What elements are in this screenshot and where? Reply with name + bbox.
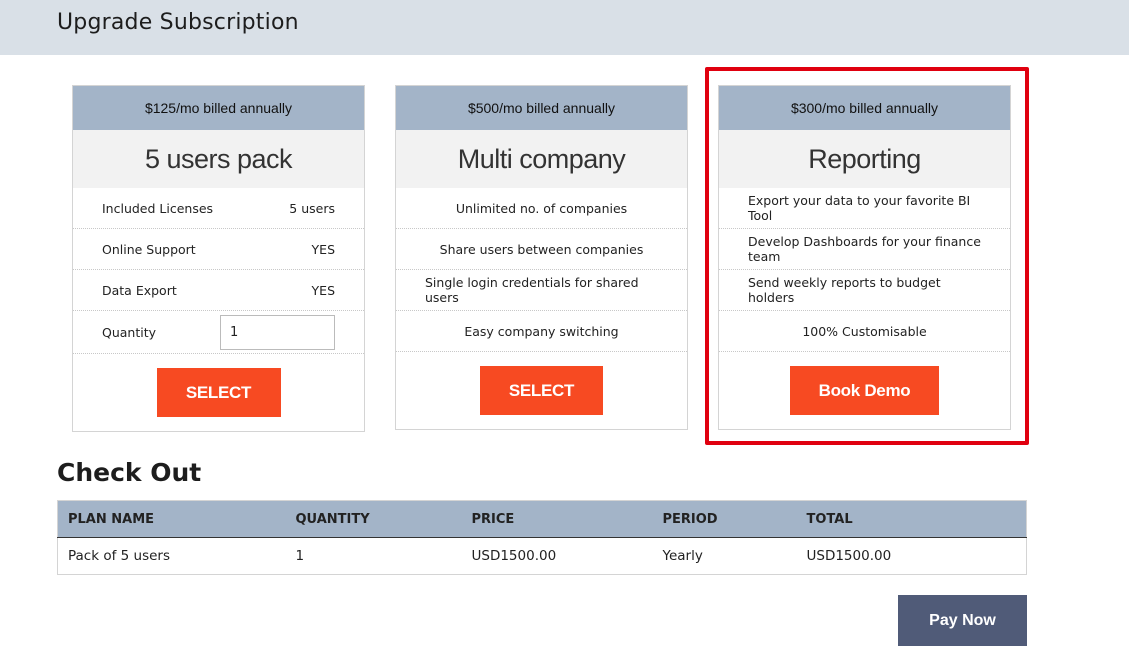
cell-total: USD1500.00 [806,548,892,564]
feature-row: Online Support YES [73,229,364,270]
page-header: Upgrade Subscription [0,0,1129,55]
cell-quantity: 1 [295,548,305,564]
table-header-row: PLAN NAME QUANTITY PRICE PERIOD TOTAL [57,500,1027,538]
feature-label: Included Licenses [102,200,214,216]
quantity-input[interactable] [220,314,335,350]
feature-row: Easy company switching [396,311,687,352]
plan-price: $125/mo billed annually [73,86,364,130]
feature-row: 100% Customisable [719,311,1010,352]
feature-label: Online Support [102,241,196,257]
feature-value: 5 users [289,200,335,216]
feature-row: Share users between companies [396,229,687,270]
feature-row: Export your data to your favorite BI Too… [719,188,1010,229]
cell-price: USD1500.00 [471,548,557,564]
column-header-plan-name: PLAN NAME [57,500,286,538]
column-header-quantity: QUANTITY [285,500,462,538]
plan-price: $500/mo billed annually [396,86,687,130]
plan-name: 5 users pack [73,130,364,188]
feature-row: Data Export YES [73,270,364,311]
quantity-row: Quantity [73,311,364,354]
page-title: Upgrade Subscription [57,10,299,35]
select-5-users-button[interactable]: SELECT [156,368,281,417]
select-multi-company-button[interactable]: SELECT [480,366,603,415]
feature-row: Unlimited no. of companies [396,188,687,229]
feature-row: Single login credentials for shared user… [396,270,687,311]
column-header-total: TOTAL [796,500,1027,538]
checkout-title: Check Out [57,458,202,487]
feature-row: Send weekly reports to budget holders [719,270,1010,311]
feature-label: Data Export [102,282,177,298]
plan-price: $300/mo billed annually [719,86,1010,130]
feature-value: YES [311,241,335,257]
book-demo-button[interactable]: Book Demo [790,366,939,415]
plan-card-multi-company: $500/mo billed annually Multi company Un… [395,85,688,430]
cell-period: Yearly [662,548,703,564]
card-action: SELECT [396,352,687,429]
feature-row: Included Licenses 5 users [73,188,364,229]
plan-name: Multi company [396,130,687,188]
column-header-period: PERIOD [652,500,797,538]
plan-card-5-users: $125/mo billed annually 5 users pack Inc… [72,85,365,432]
feature-value: YES [311,282,335,298]
card-action: SELECT [73,354,364,431]
table-row: Pack of 5 users 1 USD1500.00 Yearly USD1… [58,538,1027,575]
plan-name: Reporting [719,130,1010,188]
pay-now-button[interactable]: Pay Now [898,595,1027,646]
column-header-price: PRICE [461,500,653,538]
quantity-label: Quantity [102,324,157,340]
card-action: Book Demo [719,352,1010,429]
checkout-table: PLAN NAME QUANTITY PRICE PERIOD TOTAL Pa… [57,500,1027,575]
feature-row: Develop Dashboards for your finance team [719,229,1010,270]
cell-plan-name: Pack of 5 users [68,548,171,564]
plan-card-reporting: $300/mo billed annually Reporting Export… [718,85,1011,430]
